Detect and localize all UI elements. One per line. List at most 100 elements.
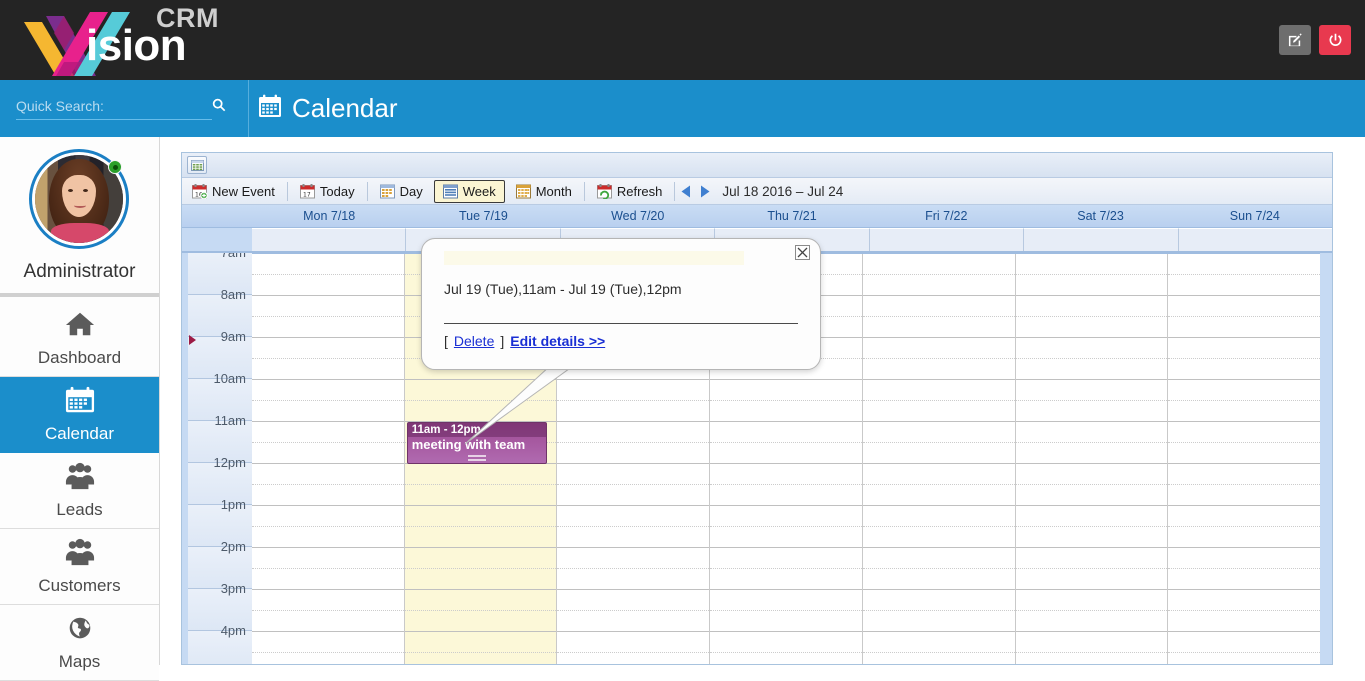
time-label: 12pm — [213, 455, 246, 470]
sidebar: Administrator Dashboard Calendar Leads C… — [0, 137, 160, 681]
sidebar-item-label: Calendar — [45, 423, 114, 443]
week-view-label: Week — [462, 183, 496, 199]
avatar[interactable] — [29, 149, 129, 249]
toolbar-separator — [286, 181, 288, 201]
prev-week-button[interactable] — [677, 181, 695, 201]
popup-divider — [444, 323, 798, 324]
sidebar-item-dashboard[interactable]: Dashboard — [0, 301, 159, 377]
page-header: Calendar — [0, 80, 1365, 137]
day-header-cell[interactable]: Sat 7/23 — [1023, 205, 1177, 227]
day-view-label: Day — [399, 183, 423, 199]
triangle-left-icon — [681, 185, 690, 197]
svg-text:17: 17 — [303, 191, 311, 198]
edit-details-link[interactable]: Edit details >> — [510, 333, 605, 349]
sidebar-item-leads[interactable]: Leads — [0, 453, 159, 529]
sidebar-item-label: Customers — [38, 575, 121, 595]
globe-icon — [65, 614, 95, 647]
calendar-toolbar: 16 New Event 17 Today Day Week Month Ref… — [182, 178, 1332, 205]
sidebar-item-label: Maps — [58, 651, 101, 671]
popup-date-range: Jul 19 (Tue),11am - Jul 19 (Tue),12pm — [444, 281, 682, 297]
delete-link[interactable]: Delete — [454, 333, 494, 349]
page-title-group: Calendar — [258, 80, 398, 137]
logout-button[interactable] — [1319, 25, 1351, 55]
month-view-label: Month — [535, 183, 572, 199]
time-label: 10am — [213, 371, 246, 386]
today-label: Today — [319, 183, 355, 199]
current-time-marker — [189, 335, 196, 345]
all-day-cell[interactable] — [869, 228, 1025, 251]
all-day-cell[interactable] — [1178, 228, 1332, 251]
calendar-event[interactable]: 11am - 12pm meeting with team — [406, 422, 547, 464]
month-view-icon — [515, 184, 531, 198]
calendar-top-strip — [182, 153, 1332, 178]
time-slot: 4pm — [188, 623, 252, 664]
sidebar-item-customers[interactable]: Customers — [0, 529, 159, 605]
day-column-sun[interactable] — [1168, 254, 1321, 664]
day-header-cell[interactable]: Tue 7/19 — [406, 205, 560, 227]
week-view-icon — [442, 184, 458, 198]
day-header-cell[interactable]: Mon 7/18 — [252, 205, 406, 227]
app-logo[interactable]: ision CRM — [12, 2, 232, 78]
calendar-right-strip — [1320, 253, 1332, 664]
time-label: 11am — [214, 413, 246, 428]
calendar-panel: 16 New Event 17 Today Day Week Month Ref… — [181, 152, 1333, 665]
month-view-button[interactable]: Month — [507, 180, 581, 203]
event-title: meeting with team — [411, 437, 526, 452]
triangle-right-icon — [700, 185, 710, 197]
top-bar-actions — [1279, 25, 1351, 55]
profile-name: Administrator — [23, 261, 136, 282]
all-day-label-spacer — [182, 228, 252, 251]
edit-button[interactable] — [1279, 25, 1311, 55]
sidebar-item-calendar[interactable]: Calendar — [0, 377, 159, 453]
event-resize-handle[interactable] — [467, 455, 486, 461]
day-header-cell[interactable]: Fri 7/22 — [869, 205, 1023, 227]
logo-suffix: CRM — [156, 3, 219, 33]
date-range-label: Jul 18 2016 – Jul 24 — [722, 183, 844, 199]
all-day-cell[interactable] — [252, 228, 407, 251]
sidebar-item-maps[interactable]: Maps — [0, 605, 159, 681]
online-status-badge — [108, 160, 122, 174]
sidebar-item-label: Dashboard — [37, 347, 122, 367]
bracket-close: ] — [500, 333, 505, 349]
calendar-icon — [258, 94, 282, 123]
refresh-label: Refresh — [616, 183, 663, 199]
day-view-icon — [379, 184, 395, 198]
day-header-cell[interactable]: Thu 7/21 — [715, 205, 869, 227]
toolbar-separator — [674, 181, 676, 201]
new-event-label: New Event — [212, 183, 275, 199]
grid-toggle-button[interactable] — [187, 156, 207, 174]
day-column-sat[interactable] — [1015, 254, 1169, 664]
grid-icon — [190, 159, 204, 171]
search-button[interactable] — [208, 95, 230, 117]
day-header-cell[interactable]: Sun 7/24 — [1178, 205, 1332, 227]
next-week-button[interactable] — [695, 181, 713, 201]
calendar-icon — [65, 386, 95, 419]
time-label: 2pm — [220, 539, 246, 554]
top-bar: ision CRM — [0, 0, 1365, 80]
time-label: 3pm — [220, 581, 246, 596]
popup-actions: [ Delete ] Edit details >> — [444, 333, 605, 349]
day-view-button[interactable]: Day — [371, 180, 432, 203]
popup-close-button[interactable] — [795, 245, 810, 260]
search-icon — [212, 98, 226, 111]
event-time: 11am - 12pm — [407, 423, 546, 437]
day-column-mon[interactable] — [252, 254, 405, 664]
toolbar-separator — [366, 181, 368, 201]
refresh-button[interactable]: Refresh — [588, 180, 672, 203]
today-icon: 17 — [299, 183, 315, 198]
sidebar-item-label: Leads — [56, 499, 103, 519]
new-event-button[interactable]: 16 New Event — [183, 180, 284, 203]
day-column-fri[interactable] — [862, 254, 1016, 664]
week-view-button[interactable]: Week — [433, 179, 505, 203]
home-icon — [65, 310, 95, 343]
toolbar-separator — [583, 181, 585, 201]
day-header-cell[interactable]: Wed 7/20 — [561, 205, 715, 227]
today-button[interactable]: 17 Today — [291, 180, 364, 203]
time-axis-column: 7am 8am 9am 10am 11am 12pm 1pm 2pm 3pm 4… — [182, 253, 252, 664]
time-label: 7am — [221, 253, 246, 260]
time-column-spacer — [182, 205, 252, 227]
page-title: Calendar — [292, 93, 398, 123]
all-day-cell[interactable] — [1024, 228, 1179, 251]
sidebar-nav: Dashboard Calendar Leads Customers Maps — [0, 301, 159, 681]
search-input[interactable] — [16, 92, 212, 120]
